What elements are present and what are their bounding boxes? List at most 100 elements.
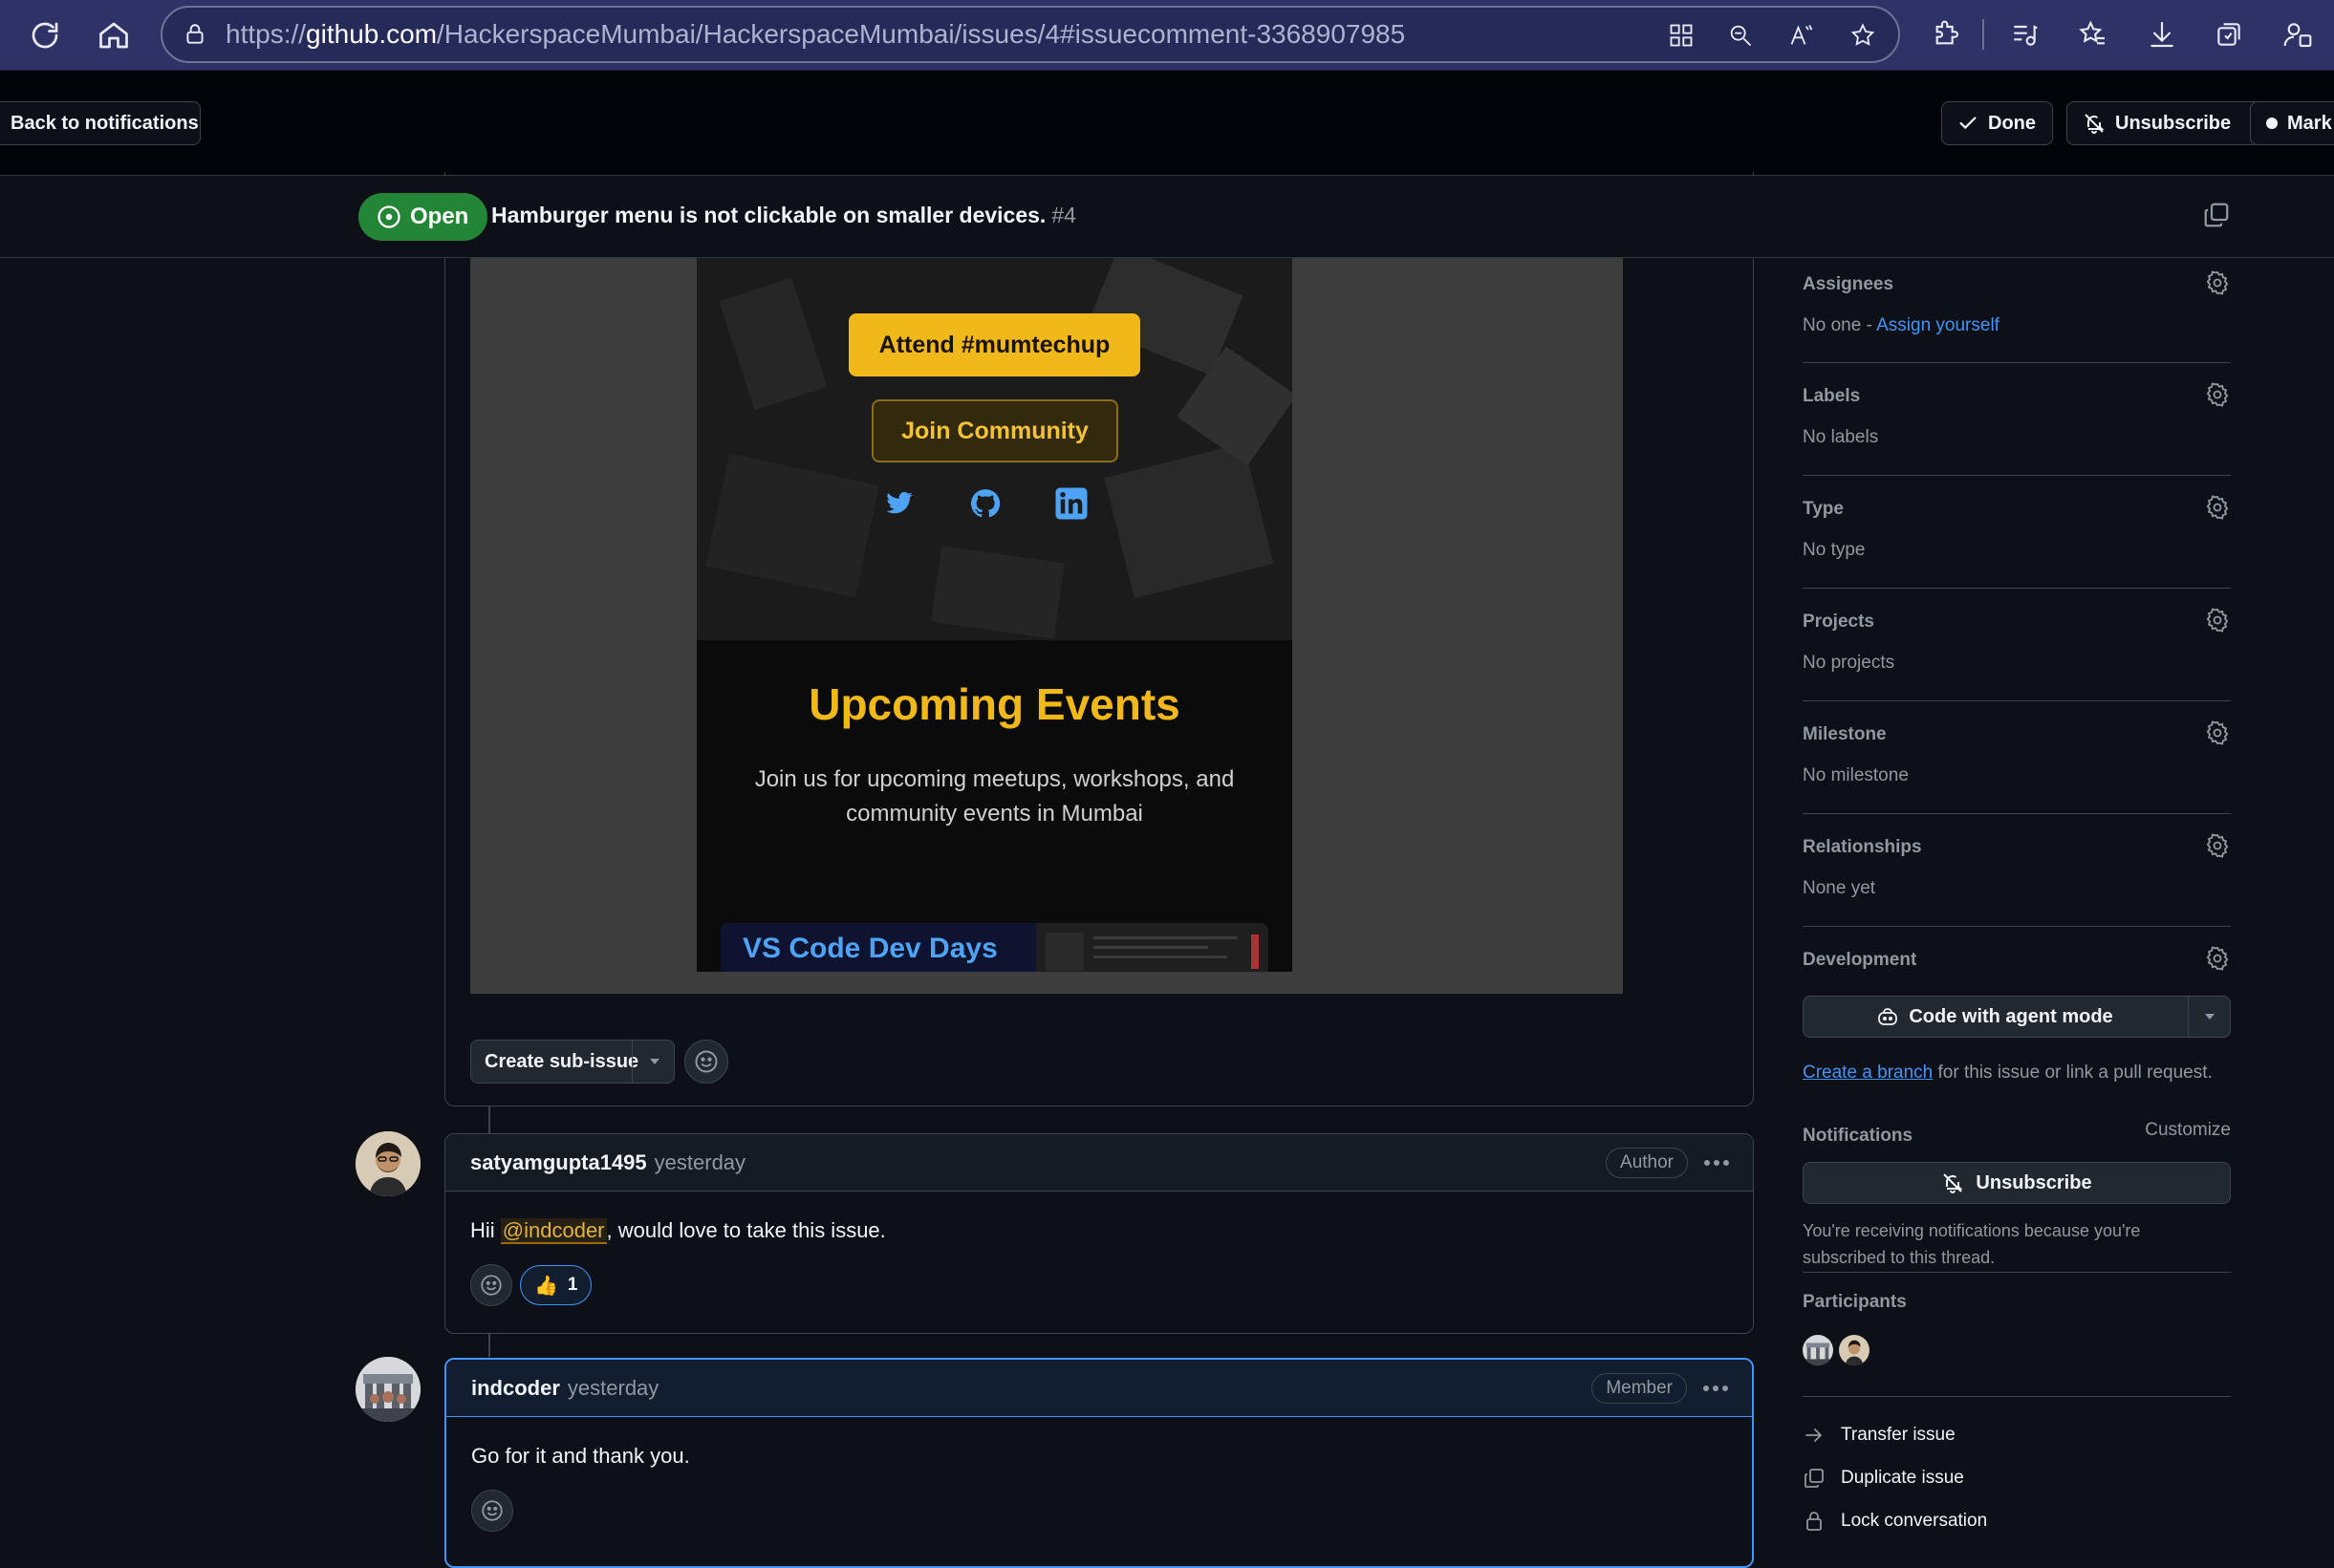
relationships-title[interactable]: Relationships: [1803, 837, 1922, 858]
comment-1-role-badge: Author: [1606, 1148, 1688, 1178]
back-to-notifications-button[interactable]: Back to notifications: [0, 101, 201, 145]
comment-1-thumbsup-reaction[interactable]: 👍 1: [520, 1265, 593, 1305]
comment-1-mention[interactable]: @indcoder: [500, 1218, 607, 1244]
comment-2-role-badge: Member: [1591, 1373, 1687, 1404]
participant-avatar-satyamgupta1495[interactable]: [1839, 1335, 1869, 1365]
type-gear-icon[interactable]: [2204, 494, 2231, 521]
notifications-section: Notifications Customize Unsubscribe You'…: [1803, 1099, 2231, 1273]
development-text: Create a branch for this issue or link a…: [1803, 1063, 2213, 1084]
customize-link[interactable]: Customize: [2145, 1120, 2231, 1141]
linkedin-icon: [1053, 485, 1090, 522]
favorites-icon[interactable]: [2074, 15, 2112, 54]
development-gear-icon[interactable]: [2204, 945, 2231, 972]
github-icon: [967, 485, 1004, 522]
download-icon[interactable]: [2143, 15, 2181, 54]
app-grid-icon[interactable]: [1665, 19, 1697, 52]
copy-icon[interactable]: [2202, 201, 2235, 233]
lock-icon[interactable]: [180, 19, 210, 50]
mobile-screenshot: Attend #mumtechup Join Community Upcomin…: [697, 248, 1292, 972]
assignees-gear-icon[interactable]: [2204, 269, 2231, 296]
favorite-star-icon[interactable]: [1847, 19, 1879, 52]
projects-value: No projects: [1803, 653, 1895, 673]
projects-title[interactable]: Projects: [1803, 612, 1874, 633]
comment-1-more-icon[interactable]: [1697, 1148, 1736, 1178]
comment-2-header: indcoder yesterday Member: [446, 1360, 1752, 1417]
home-icon[interactable]: [92, 13, 136, 57]
milestone-value: No milestone: [1803, 765, 1909, 785]
projects-section: Projects No projects: [1803, 589, 2231, 701]
labels-gear-icon[interactable]: [2204, 381, 2231, 408]
comment-2-author[interactable]: indcoder: [471, 1376, 560, 1401]
issue-state-badge: Open: [358, 193, 488, 241]
media-control-icon[interactable]: [2005, 15, 2043, 54]
create-subissue-dropdown[interactable]: [632, 1041, 676, 1083]
smiley-icon: [695, 1050, 718, 1073]
avatar-indcoder[interactable]: [356, 1357, 421, 1422]
comment-1-time[interactable]: yesterday: [655, 1150, 746, 1175]
create-branch-link[interactable]: Create a branch: [1803, 1063, 1933, 1083]
code-with-agent-mode-button[interactable]: Code with agent mode: [1803, 996, 2231, 1038]
copilot-icon: [1878, 1008, 1898, 1025]
transfer-issue-action[interactable]: Transfer issue: [1803, 1424, 1956, 1447]
add-reaction-button[interactable]: [684, 1040, 728, 1084]
mark-button[interactable]: Mark: [2250, 101, 2334, 145]
unsubscribe-top-button[interactable]: Unsubscribe: [2066, 101, 2261, 145]
create-subissue-label: Create sub-issue: [485, 1050, 639, 1072]
milestone-title[interactable]: Milestone: [1803, 724, 1887, 745]
duplicate-issue-label: Duplicate issue: [1841, 1468, 1964, 1488]
projects-gear-icon[interactable]: [2204, 607, 2231, 634]
participant-avatar-indcoder[interactable]: [1803, 1335, 1833, 1365]
duplicate-icon: [1805, 1469, 1824, 1488]
labels-title[interactable]: Labels: [1803, 386, 1860, 407]
comment-1-author[interactable]: satyamgupta1495: [470, 1150, 647, 1175]
relationships-section: Relationships None yet: [1803, 814, 2231, 927]
extensions-icon[interactable]: [1927, 15, 1965, 54]
done-button[interactable]: Done: [1941, 101, 2053, 145]
collections-icon[interactable]: [2210, 15, 2248, 54]
relationships-gear-icon[interactable]: [2204, 832, 2231, 859]
lock-conversation-action[interactable]: Lock conversation: [1803, 1510, 1987, 1533]
comment-2-more-icon[interactable]: [1696, 1373, 1735, 1404]
duplicate-issue-action[interactable]: Duplicate issue: [1803, 1467, 1964, 1490]
relationships-value: None yet: [1803, 878, 1876, 898]
read-aloud-icon[interactable]: [1785, 19, 1818, 52]
twitter-icon: [881, 485, 918, 522]
assign-yourself-link[interactable]: Assign yourself: [1876, 315, 1999, 335]
assignees-value: No one - Assign yourself: [1803, 315, 1999, 336]
development-description: for this issue or link a pull request.: [1933, 1063, 2213, 1083]
back-to-notifications-label: Back to notifications: [11, 112, 199, 134]
comment-2-add-reaction-button[interactable]: [471, 1490, 513, 1532]
assignees-none: No one -: [1803, 315, 1877, 335]
comment-2: indcoder yesterday Member Go for it and …: [444, 1358, 1754, 1568]
refresh-icon[interactable]: [23, 13, 67, 57]
bell-slash-icon: [1943, 1173, 1963, 1193]
profile-sync-icon[interactable]: [2279, 15, 2317, 54]
participants-section: Participants: [1803, 1273, 2231, 1397]
type-title[interactable]: Type: [1803, 499, 1844, 520]
upcoming-events-description: Join us for upcoming meetups, workshops,…: [754, 766, 1235, 827]
issue-title-text: Hamburger menu is not clickable on small…: [491, 203, 1047, 227]
agent-mode-dropdown[interactable]: [2188, 997, 2230, 1037]
check-icon: [1959, 117, 1977, 130]
notifications-title: Notifications: [1803, 1126, 1913, 1146]
zoom-out-icon[interactable]: [1724, 19, 1757, 52]
timeline-connector: [488, 1334, 490, 1357]
development-section: Development Code with agent mode Create …: [1803, 927, 2231, 1103]
unsubscribe-sidebar-button[interactable]: Unsubscribe: [1803, 1162, 2231, 1204]
smiley-icon: [482, 1500, 503, 1521]
avatar-satyamgupta1495[interactable]: [356, 1131, 421, 1196]
code-with-agent-mode-label: Code with agent mode: [1909, 1005, 2113, 1027]
attend-mumtechup-button: Attend #mumtechup: [849, 313, 1140, 376]
create-subissue-button[interactable]: Create sub-issue: [470, 1040, 675, 1084]
comment-1-add-reaction-button[interactable]: [470, 1264, 512, 1306]
address-bar[interactable]: https://github.com/HackerspaceMumbai/Hac…: [161, 6, 1900, 63]
milestone-gear-icon[interactable]: [2204, 720, 2231, 746]
issue-number: #4: [1051, 203, 1076, 227]
comment-2-time[interactable]: yesterday: [568, 1376, 659, 1401]
development-title[interactable]: Development: [1803, 950, 1916, 971]
triangle-down-icon: [649, 1059, 659, 1064]
assignees-title[interactable]: Assignees: [1803, 274, 1893, 295]
notification-bar: Back to notifications Done Unsubscribe M…: [0, 71, 2334, 176]
upcoming-events-title: Upcoming Events: [809, 679, 1180, 729]
notifications-description: You're receiving notifications because y…: [1803, 1221, 2141, 1267]
